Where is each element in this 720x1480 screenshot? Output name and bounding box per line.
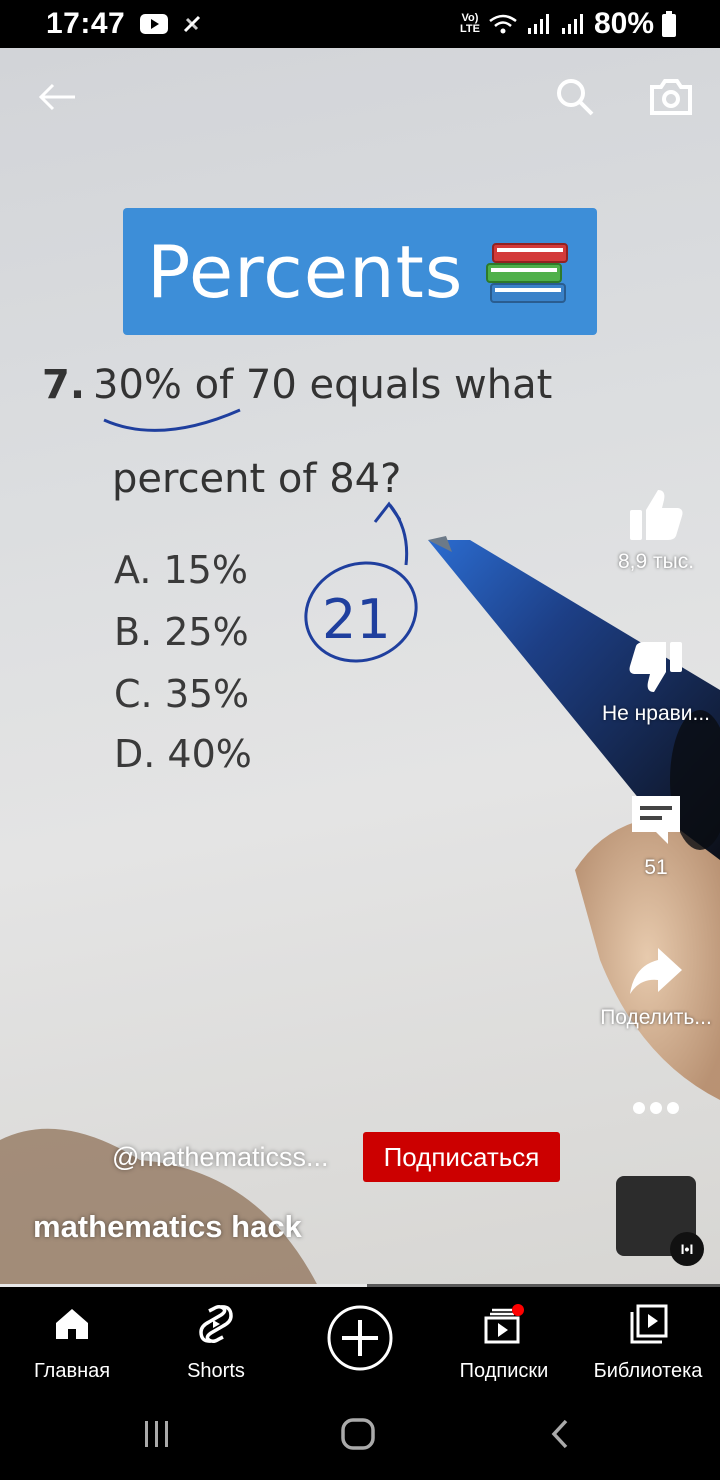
nav-subscriptions-label: Подписки <box>459 1360 549 1382</box>
sound-badge-icon: I•I <box>670 1232 704 1266</box>
option-c: C. 35% <box>114 672 250 716</box>
like-button[interactable]: 8,9 тыс. <box>596 488 716 574</box>
subscriptions-icon <box>484 1304 524 1344</box>
signal-icon <box>527 14 549 34</box>
bottom-nav: Главная Shorts Подписки Библиотека <box>0 1288 720 1388</box>
channel-handle[interactable]: @mathematicss... <box>112 1142 328 1173</box>
share-label: Поделить... <box>600 1006 712 1029</box>
share-icon <box>630 948 682 994</box>
comments-button[interactable]: 51 <box>596 792 716 880</box>
question-line-2: percent of 84? <box>112 456 402 502</box>
nav-create[interactable] <box>288 1288 432 1388</box>
question-number: 7. <box>42 362 86 408</box>
search-button[interactable] <box>548 70 602 124</box>
books-icon <box>486 242 569 303</box>
progress-bar[interactable] <box>0 1284 720 1287</box>
dislike-label: Не нрави... <box>601 702 711 725</box>
search-icon <box>557 79 594 116</box>
video-title[interactable]: mathematics hack <box>33 1209 302 1245</box>
lte-indicator: Vo) LTE <box>459 12 480 35</box>
banner-title: Percents <box>147 229 464 314</box>
system-nav-bar <box>0 1388 720 1480</box>
nav-shorts[interactable]: Shorts <box>144 1288 288 1388</box>
create-icon <box>327 1305 393 1371</box>
camera-button[interactable] <box>644 70 698 124</box>
home-circle-icon <box>341 1418 375 1450</box>
nav-subscriptions[interactable]: Подписки <box>432 1288 576 1388</box>
nav-shorts-label: Shorts <box>187 1360 245 1382</box>
back-system-button[interactable] <box>530 1412 590 1456</box>
progress-fill <box>0 1284 368 1287</box>
battery-percent: 80% <box>593 7 654 40</box>
library-icon <box>630 1304 668 1344</box>
handwritten-answer: 21 <box>322 588 391 651</box>
back-button[interactable] <box>30 70 84 124</box>
battery-icon <box>662 11 676 37</box>
signal-icon-2 <box>561 14 583 34</box>
back-chevron-icon <box>551 1419 568 1449</box>
youtube-notification-icon <box>140 14 169 34</box>
video-banner: Percents <box>123 208 597 335</box>
recent-apps-icon <box>145 1421 168 1447</box>
dislike-icon <box>629 642 682 692</box>
comment-count: 51 <box>644 856 668 879</box>
question-line-1: 30% of 70 equals what <box>93 362 553 408</box>
option-a: A. 15% <box>114 548 248 592</box>
shorts-icon <box>199 1304 233 1344</box>
home-icon <box>56 1309 88 1339</box>
comment-icon <box>632 796 680 844</box>
option-d: D. 40% <box>114 732 252 776</box>
dislike-button[interactable]: Не нрави... <box>596 640 716 726</box>
nav-library-label: Библиотека <box>593 1360 703 1382</box>
home-system-button[interactable] <box>328 1412 388 1456</box>
wifi-icon <box>489 14 517 34</box>
option-b: B. 25% <box>114 610 249 654</box>
mute-icon <box>184 15 201 33</box>
recent-apps-button[interactable] <box>127 1412 187 1456</box>
subscribe-button[interactable]: Подписаться <box>363 1132 560 1182</box>
nav-home[interactable]: Главная <box>0 1288 144 1388</box>
like-icon <box>630 490 683 540</box>
share-button[interactable]: Поделить... <box>596 946 716 1030</box>
status-time: 17:47 <box>46 7 126 40</box>
nav-home-label: Главная <box>33 1360 111 1382</box>
like-count: 8,9 тыс. <box>617 550 695 573</box>
status-bar: 17:47 Vo) LTE 80% <box>0 0 720 48</box>
back-arrow-icon <box>38 83 75 111</box>
more-icon <box>633 1102 679 1114</box>
nav-library[interactable]: Библиотека <box>576 1288 720 1388</box>
more-button[interactable] <box>596 1100 716 1116</box>
camera-icon <box>650 79 692 115</box>
